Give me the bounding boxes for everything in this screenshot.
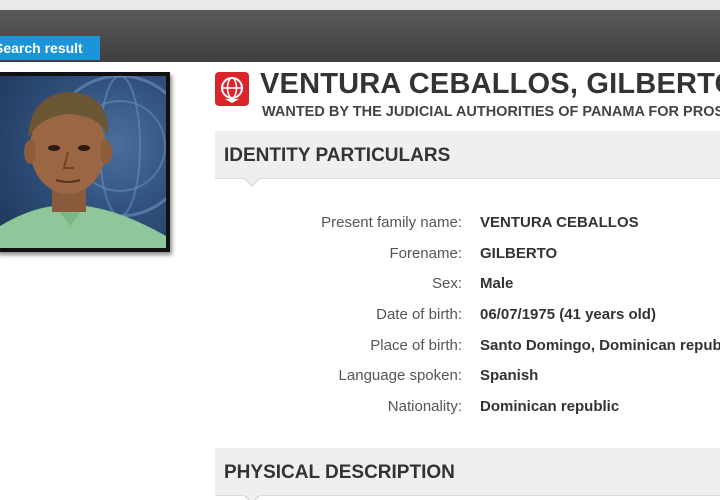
interpol-emblem-icon [215,72,249,106]
detail-value: VENTURA CEBALLOS [480,214,639,231]
wanted-person-name: VENTURA CEBALLOS, GILBERTO [260,68,720,100]
detail-label: Present family name: [321,214,462,231]
detail-label: Nationality: [387,398,462,415]
wanted-person-photo-frame [0,72,170,252]
detail-row-place-of-birth: Place of birth: Santo Domingo, Dominican… [215,337,720,359]
detail-value: Spanish [480,367,539,384]
detail-label: Place of birth: [370,337,462,354]
detail-value: 06/07/1975 (41 years old) [480,306,656,323]
detail-value: Male [480,275,514,292]
identity-particulars-header: IDENTITY PARTICULARS [215,131,720,187]
physical-description-title: PHYSICAL DESCRIPTION [224,462,455,483]
detail-value: Dominican republic [480,398,620,415]
portrait-graphic [0,76,166,248]
header-pointer-fill [244,494,260,500]
detail-label: Sex: [431,275,462,292]
detail-label: Forename: [389,245,462,262]
detail-row-language: Language spoken: Spanish [215,367,720,389]
detail-row-nationality: Nationality: Dominican republic [215,398,720,420]
detail-row-sex: Sex: Male [215,275,720,297]
topbar-edge [0,0,720,10]
detail-row-date-of-birth: Date of birth: 06/07/1975 (41 years old) [215,306,720,328]
physical-description-header: PHYSICAL DESCRIPTION [215,448,720,500]
detail-value: GILBERTO [480,245,558,262]
detail-value: Santo Domingo, Dominican republic [480,337,720,354]
identity-particulars-title: IDENTITY PARTICULARS [224,145,451,166]
search-result-tab[interactable]: Search result [0,36,100,60]
detail-label: Language spoken: [338,367,462,384]
wanted-person-photo [0,76,166,248]
detail-label: Date of birth: [376,306,462,323]
detail-row-forename: Forename: GILBERTO [215,245,720,267]
top-navigation-bar: Search result [0,10,720,62]
wanted-by-statement: WANTED BY THE JUDICIAL AUTHORITIES OF PA… [262,104,720,120]
detail-row-family-name: Present family name: VENTURA CEBALLOS [215,214,720,236]
header-pointer-fill [244,177,260,185]
